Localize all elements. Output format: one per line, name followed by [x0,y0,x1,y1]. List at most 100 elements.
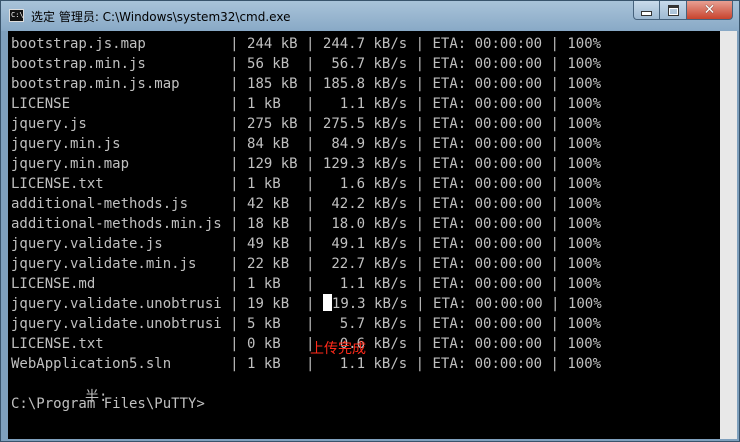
transfer-line: jquery.validate.js | 49 kB | 49.1 kB/s |… [11,236,602,252]
cmd-app-icon[interactable]: C:\ [9,9,24,22]
transfer-eta: ETA: 00:00:00 [432,76,543,92]
transfer-rate: 275.5 kB/s [322,116,408,132]
transfer-percent: 100% [567,136,602,152]
transfer-percent: 100% [567,336,602,352]
file-name: LICENSE.txt [11,336,104,352]
transfer-eta: ETA: 00:00:00 [432,316,543,332]
minimize-icon [641,10,652,16]
file-name: LICENSE.txt [11,176,104,192]
transfer-percent: 100% [567,276,602,292]
transfer-line: additional-methods.min.js | 18 kB | 18.0… [11,216,602,232]
file-size: 1 kB [247,276,281,292]
file-size: 22 kB [247,256,290,272]
file-size: 1 kB [247,96,281,112]
file-size: 1 kB [247,176,281,192]
transfer-eta: ETA: 00:00:00 [433,296,543,312]
file-size: 19 kB [247,296,290,312]
transfer-eta: ETA: 00:00:00 [432,256,543,272]
file-size: 84 kB [247,136,290,152]
transfer-eta: ETA: 00:00:00 [432,176,543,192]
transfer-rate: 22.7 kB/s [322,256,408,272]
file-name: bootstrap.min.js [11,56,146,72]
transfer-eta: ETA: 00:00:00 [432,116,543,132]
file-size: 0 kB [247,336,281,352]
minimize-button[interactable] [633,1,660,20]
transfer-line: jquery.js | 275 kB | 275.5 kB/s | ETA: 0… [11,116,602,132]
transfer-rate: 1.1 kB/s [322,276,408,292]
title-bar[interactable]: C:\ 选定 管理员: C:\Windows\system32\cmd.exe … [1,1,739,31]
transfer-rate: 56.7 kB/s [322,56,408,72]
caption-buttons: ✕ [633,1,733,21]
transfer-rate: 1.1 kB/s [322,356,408,372]
transfer-line: bootstrap.min.js | 56 kB | 56.7 kB/s | E… [11,56,602,72]
transfer-eta: ETA: 00:00:00 [432,356,543,372]
file-size: 49 kB [247,236,290,252]
file-name: LICENSE.md [11,276,96,292]
transfer-line: LICENSE | 1 kB | 1.1 kB/s | ETA: 00:00:0… [11,96,602,112]
file-size: 56 kB [247,56,290,72]
transfer-percent: 100% [567,56,602,72]
file-name: jquery.validate.js [11,236,163,252]
transfer-eta: ETA: 00:00:00 [432,236,543,252]
transfer-percent: 100% [567,296,602,312]
upload-complete-annotation: 上传完成 [310,341,366,357]
transfer-line: bootstrap.min.js.map | 185 kB | 185.8 kB… [11,76,602,92]
transfer-percent: 100% [567,156,602,172]
file-size: 185 kB [247,76,298,92]
transfer-rate: 129.3 kB/s [322,156,408,172]
console-lines: bootstrap.js.map | 244 kB | 244.7 kB/s |… [11,34,602,414]
transfer-line: LICENSE.txt | 1 kB | 1.6 kB/s | ETA: 00:… [11,176,602,192]
transfer-percent: 100% [567,316,602,332]
transfer-rate: 49.1 kB/s [322,236,408,252]
transfer-eta: ETA: 00:00:00 [432,336,543,352]
transfer-line: LICENSE.txt | 0 kB | 0.6 kB/s | ETA: 00:… [11,336,602,352]
cmd-app-icon-text: C:\ [11,11,24,19]
file-name: jquery.min.map [11,156,130,172]
file-name: jquery.js [11,116,87,132]
transfer-percent: 100% [567,76,602,92]
vertical-scrollbar[interactable] [720,31,737,439]
close-button[interactable]: ✕ [687,1,733,20]
transfer-rate: 19.3 kB/s [331,296,408,312]
transfer-line: additional-methods.js | 42 kB | 42.2 kB/… [11,196,602,212]
transfer-eta: ETA: 00:00:00 [432,36,543,52]
file-name: WebApplication5.sln [11,356,172,372]
file-size: 42 kB [247,196,290,212]
transfer-line: LICENSE.md | 1 kB | 1.1 kB/s | ETA: 00:0… [11,276,602,292]
cmd-window: C:\ 选定 管理员: C:\Windows\system32\cmd.exe … [0,0,740,442]
file-name: jquery.min.js [11,136,121,152]
file-name: bootstrap.min.js.map [11,76,180,92]
transfer-eta: ETA: 00:00:00 [432,136,543,152]
transfer-percent: 100% [567,176,602,192]
transfer-percent: 100% [567,36,602,52]
file-name: jquery.validate.min.js [11,256,197,272]
window-title: 选定 管理员: C:\Windows\system32\cmd.exe [31,10,291,24]
file-name: LICENSE [11,96,71,112]
transfer-eta: ETA: 00:00:00 [432,96,543,112]
maximize-button[interactable] [660,1,687,20]
file-size: 5 kB [247,316,281,332]
console-output[interactable]: bootstrap.js.map | 244 kB | 244.7 kB/s |… [8,31,720,439]
transfer-eta: ETA: 00:00:00 [432,276,543,292]
transfer-percent: 100% [567,96,602,112]
file-name: additional-methods.min.js [11,216,222,232]
file-name: jquery.validate.unobtrusi [11,296,222,312]
transfer-percent: 100% [567,116,602,132]
transfer-percent: 100% [567,256,602,272]
file-size: 1 kB [247,356,281,372]
transfer-percent: 100% [567,216,602,232]
maximize-icon [667,4,679,16]
file-size: 275 kB [247,116,298,132]
transfer-percent: 100% [567,196,602,212]
text-cursor [322,294,332,311]
transfer-percent: 100% [567,356,602,372]
transfer-line: jquery.validate.unobtrusi | 5 kB | 5.7 k… [11,316,602,332]
transfer-line: jquery.validate.min.js | 22 kB | 22.7 kB… [11,256,602,272]
file-size: 244 kB [247,36,298,52]
transfer-rate: 5.7 kB/s [322,316,408,332]
file-name: bootstrap.js.map [11,36,146,52]
transfer-rate: 1.6 kB/s [322,176,408,192]
transfer-eta: ETA: 00:00:00 [432,196,543,212]
ime-status-text: 半: [85,389,108,405]
transfer-rate: 18.0 kB/s [322,216,408,232]
